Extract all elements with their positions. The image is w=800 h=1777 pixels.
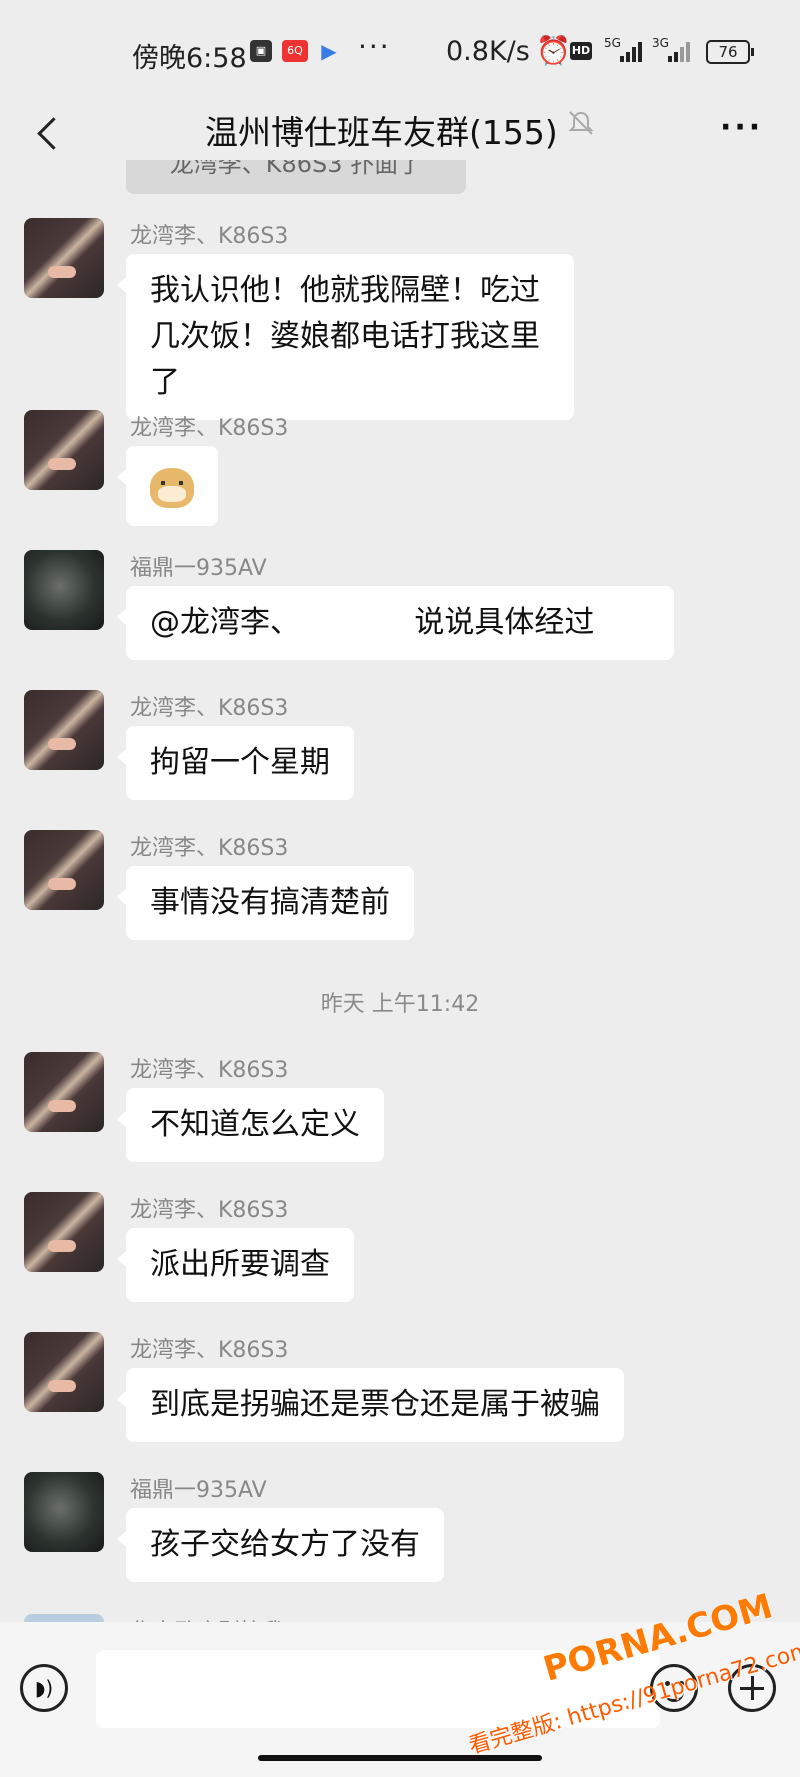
sender-name: 福鼎一935AV [130,556,267,581]
sender-name: 龙湾李、K86S3 [130,1338,289,1363]
more-notifications-icon: ··· [358,30,391,63]
chat-timestamp: 昨天 上午11:42 [320,992,480,1017]
hd-icon: HD [570,42,592,60]
avatar[interactable] [24,1052,104,1132]
avatar[interactable] [24,550,104,630]
message-item: 龙湾李、K86S3 到底是拐骗还是票仓还是属于被骗 [0,1330,800,1450]
app-notification-icon: 6Q [282,40,308,62]
message-item: 龙湾李、K86S3 [0,408,800,528]
video-notification-icon: ▶ [321,39,337,63]
message-item: 龙湾李、K86S3 拘留一个星期 [0,688,800,808]
avatar[interactable] [24,830,104,910]
partial-message-bubble: 龙湾李、K86S3 扑面了 [126,160,466,194]
network-speed: 0.8K/s [446,36,530,67]
message-bubble[interactable]: @龙湾李、 说说具体经过 [117,586,674,660]
home-indicator[interactable] [258,1755,542,1761]
sender-name: 龙湾李、K86S3 [130,696,289,721]
message-item: 龙湾李、K86S3 事情没有搞清楚前 [0,828,800,948]
message-bubble[interactable]: 孩子交给女方了没有 [117,1508,444,1582]
message-bubble[interactable]: 到底是拐骗还是票仓还是属于被骗 [117,1368,624,1442]
mute-icon [568,111,594,135]
voice-icon: ◗) [34,1676,54,1700]
message-bubble[interactable] [117,446,218,526]
avatar[interactable] [24,690,104,770]
status-time: 傍晚6:58 [132,43,247,74]
message-item: 龙湾李、K86S3 不知道怎么定义 [0,1050,800,1170]
more-options-button[interactable]: ··· [720,110,763,145]
battery-icon: 76 [706,40,754,64]
sender-name: 龙湾李、K86S3 [130,416,289,441]
chat-messages[interactable]: 龙湾李、K86S3 扑面了 龙湾李、K86S3 我认识他！他就我隔壁！吃过几次饭… [0,160,800,1625]
chat-title: 温州博仕班车友群(155) [205,113,558,152]
message-bubble[interactable]: 不知道怎么定义 [117,1088,384,1162]
signal-bars-icon [620,40,642,62]
message-bubble[interactable]: 拘留一个星期 [117,726,354,800]
message-bubble[interactable]: 我认识他！他就我隔壁！吃过几次饭！婆娘都电话打我这里了 [117,254,574,420]
signal-5g-label: 5G [604,36,621,50]
message-item: 龙湾李、K86S3 我认识他！他就我隔壁！吃过几次饭！婆娘都电话打我这里了 [0,216,800,420]
message-bubble[interactable]: 事情没有搞清楚前 [117,866,414,940]
doge-emoji-icon [150,468,194,508]
back-button[interactable] [28,108,68,160]
sender-name: 福鼎一935AV [130,1478,267,1503]
avatar[interactable] [24,1472,104,1552]
sender-name: 龙湾李、K86S3 [130,836,289,861]
message-item: 福鼎一935AV @龙湾李、 说说具体经过 [0,548,800,668]
avatar[interactable] [24,218,104,298]
signal-bars-icon-2 [668,40,690,62]
avatar[interactable] [24,1332,104,1412]
message-item: 龙湾李、K86S3 派出所要调查 [0,1190,800,1310]
signal-3g-label: 3G [652,36,669,50]
avatar[interactable] [24,410,104,490]
message-item: 福鼎一935AV 孩子交给女方了没有 [0,1470,800,1590]
sender-name: 龙湾李、K86S3 [130,224,289,249]
sender-name: 龙湾李、K86S3 [130,1198,289,1223]
sender-name: 龙湾李、K86S3 [130,1058,289,1083]
gallery-notification-icon: ▣ [250,40,272,62]
avatar[interactable] [24,1192,104,1272]
message-bubble[interactable]: 派出所要调查 [117,1228,354,1302]
voice-input-button[interactable]: ◗) [20,1664,68,1712]
status-bar: 傍晚6:58 ▣ 6Q ▶ ··· 0.8K/s ⏰ HD 5G 3G 76 [0,0,800,100]
alarm-icon: ⏰ [536,34,571,67]
